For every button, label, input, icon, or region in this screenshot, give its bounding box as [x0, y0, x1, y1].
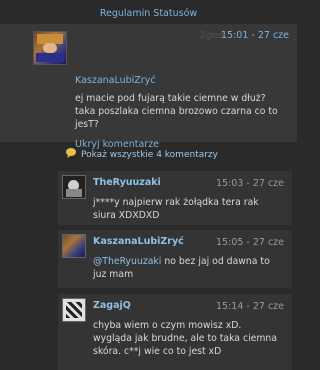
report-link[interactable]: Zgłoś [200, 31, 223, 41]
show-all-comments-link[interactable]: Pokaż wszystkie 4 komentarzy [65, 147, 218, 160]
comment-item: KaszanaLubiZryć 15:05 - 27 cze @TheRyuuz… [58, 230, 292, 288]
post-author[interactable]: KaszanaLubiZryć [75, 75, 156, 86]
post-text: ej macie pod fujarą takie ciemne w dłuż?… [75, 93, 278, 130]
comment-item: ZagajQ 15:14 - 27 cze chyba wiem o czym … [58, 294, 292, 370]
comment-text: chyba wiem o czym mowisz xD. wygląda jak… [93, 320, 278, 357]
comment-timestamp[interactable]: 15:14 - 27 cze [216, 301, 284, 312]
page-title[interactable]: Regulamin Statusów [0, 8, 297, 19]
post-timestamp[interactable]: 15:01 - 27 cze [221, 30, 289, 41]
comment-text: j****y najpierw rak żołądka tera rak siu… [93, 197, 259, 221]
comment-item: TheRyuuzaki 15:03 - 27 cze j****y najpie… [58, 171, 292, 225]
comment-author[interactable]: TheRyuuzaki [93, 177, 161, 188]
avatar[interactable] [62, 234, 86, 258]
comment-author[interactable]: ZagajQ [93, 300, 131, 311]
show-all-label: Pokaż wszystkie 4 komentarzy [81, 150, 218, 160]
comment-timestamp[interactable]: 15:03 - 27 cze [216, 178, 284, 189]
comment-text: @TheRyuuzaki no bez jaj od dawna to juz … [93, 255, 283, 281]
comment-timestamp[interactable]: 15:05 - 27 cze [216, 237, 284, 248]
speech-bubble-icon [65, 147, 77, 159]
mention-link[interactable]: @TheRyuuzaki [93, 256, 161, 267]
avatar[interactable] [62, 175, 86, 199]
status-post: Zgłoś 15:01 - 27 cze KaszanaLubiZryć ej … [0, 24, 297, 150]
avatar[interactable] [62, 298, 86, 322]
avatar[interactable] [33, 31, 67, 65]
comment-author[interactable]: KaszanaLubiZryć [93, 236, 184, 247]
